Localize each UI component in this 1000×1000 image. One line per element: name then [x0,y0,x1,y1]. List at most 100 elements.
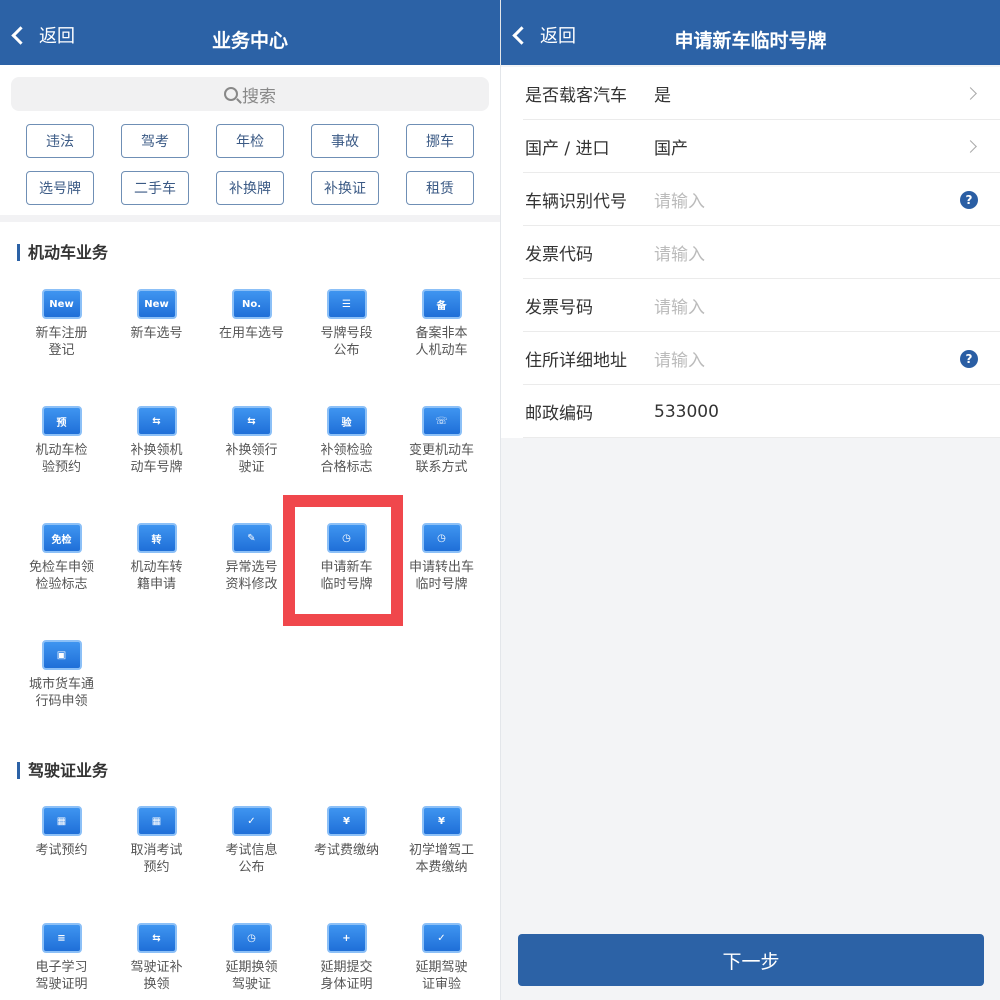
service-icon: ☰ [327,289,367,319]
form-row[interactable]: 国产 / 进口 国产 [501,120,1000,173]
field-input[interactable]: 请输入 [654,293,705,318]
field-value[interactable]: 是 [654,81,671,106]
apply-temp-plate-screen: 返回 申请新车临时号牌 是否载客汽车是国产 / 进口国产车辆识别代号请输入?发票… [500,0,1000,1000]
form-row[interactable]: 车辆识别代号请输入? [501,173,1000,226]
service-item[interactable]: 转机动车转 籍申请 [109,507,204,624]
service-label: 机动车转 籍申请 [109,559,204,593]
service-label: 考试预约 [14,842,109,859]
form-row[interactable]: 是否载客汽车是 [501,67,1000,120]
service-label: 延期换领 驾驶证 [204,959,299,993]
service-item[interactable]: ▣城市货车通 行码申领 [14,624,109,741]
service-icon: ◷ [422,523,462,553]
field-label: 发票代码 [525,240,593,265]
tag-button[interactable]: 租赁 [406,171,474,205]
tag-button[interactable]: 补换证 [311,171,379,205]
service-item[interactable]: +延期提交 身体证明 [299,907,394,1000]
service-label: 号牌号段 公布 [299,325,394,359]
service-item[interactable]: No.在用车选号 [204,273,299,390]
tag-button[interactable]: 二手车 [121,171,189,205]
help-icon[interactable]: ? [960,350,978,368]
business-center-screen: 返回 业务中心 搜索 违法驾考年检事故挪车选号牌二手车补换牌补换证租赁 机动车业… [0,0,500,1000]
service-icon: ✓ [422,923,462,953]
service-item[interactable]: 免检免检车申领 检验标志 [14,507,109,624]
service-label: 取消考试 预约 [109,842,204,876]
service-item[interactable]: ◷延期换领 驾驶证 [204,907,299,1000]
service-item[interactable]: ◷ 申请转出车 临时号牌 [394,507,489,624]
service-icon: 免检 [42,523,82,553]
service-icon: ¥ [327,806,367,836]
vehicle-services-grid: New新车注册 登记New新车选号No.在用车选号 ☰ 号牌号段 公布备备案非本 人… [14,273,489,741]
service-icon: ☏ [422,406,462,436]
field-value[interactable]: 533000 [654,402,719,422]
service-icon: 备 [422,289,462,319]
service-label: 补换领行 驶证 [204,442,299,476]
service-item[interactable]: ✓考试信息 公布 [204,790,299,907]
service-label: 免检车申领 检验标志 [14,559,109,593]
form-row[interactable]: 住所详细地址 请输入? [501,332,1000,385]
field-label: 国产 / 进口 [525,134,610,159]
search-input[interactable]: 搜索 [11,77,489,111]
chevron-right-icon [964,87,977,100]
field-input[interactable]: 请输入 [654,346,705,371]
service-label: 延期驾驶 证审验 [394,959,489,993]
form-row[interactable]: 发票代码 请输入 [501,226,1000,279]
service-item[interactable]: ¥ 考试费缴纳 [299,790,394,907]
service-item[interactable]: ⇆ 补换领机 动车号牌 [109,390,204,507]
service-item[interactable]: 备备案非本 人机动车 [394,273,489,390]
help-icon[interactable]: ? [960,191,978,209]
service-label: 申请转出车 临时号牌 [394,559,489,593]
service-item[interactable]: New新车选号 [109,273,204,390]
service-label: 新车注册 登记 [14,325,109,359]
field-input[interactable]: 请输入 [654,240,705,265]
service-label: 考试费缴纳 [299,842,394,859]
divider [0,215,500,222]
service-item[interactable]: ☏ 变更机动车 联系方式 [394,390,489,507]
section-title-license: 驾驶证业务 [17,762,108,779]
service-item[interactable]: New新车注册 登记 [14,273,109,390]
form-row[interactable]: 发票号码 请输入 [501,279,1000,332]
service-label: 备案非本 人机动车 [394,325,489,359]
service-label: 机动车检 验预约 [14,442,109,476]
service-icon: ≡ [42,923,82,953]
service-item[interactable]: ☰ 号牌号段 公布 [299,273,394,390]
field-input[interactable]: 请输入 [654,187,705,212]
service-item[interactable]: ⇆驾驶证补 换领 [109,907,204,1000]
field-value[interactable]: 国产 [654,134,688,159]
service-item[interactable]: ⇆补换领行 驶证 [204,390,299,507]
service-icon: ¥ [422,806,462,836]
service-item[interactable]: ▦考试预约 [14,790,109,907]
tag-button[interactable]: 补换牌 [216,171,284,205]
service-label: 变更机动车 联系方式 [394,442,489,476]
tag-button[interactable]: 事故 [311,124,379,158]
service-item[interactable]: ≡电子学习 驾驶证明 [14,907,109,1000]
service-label: 城市货车通 行码申领 [14,676,109,710]
service-label: 补领检验 合格标志 [299,442,394,476]
next-button[interactable]: 下一步 [518,934,984,986]
service-item[interactable]: ¥初学增驾工 本费缴纳 [394,790,489,907]
field-label: 邮政编码 [525,399,593,424]
service-label: 补换领机 动车号牌 [109,442,204,476]
field-label: 发票号码 [525,293,593,318]
license-services-grid: ▦考试预约▦取消考试 预约✓考试信息 公布¥考试费缴纳¥初学增驾工 本费缴纳≡电… [14,790,489,1000]
field-label: 住所详细地址 [525,346,627,371]
service-icon: ✎ [232,523,272,553]
tag-button[interactable]: 违法 [26,124,94,158]
service-label: 在用车选号 [204,325,299,342]
service-label: 考试信息 公布 [204,842,299,876]
service-item[interactable]: 预机动车检 验预约 [14,390,109,507]
header: 返回 业务中心 [0,0,500,65]
tag-button[interactable]: 挪车 [406,124,474,158]
service-icon: ▦ [137,806,177,836]
service-item[interactable]: ▦ 取消考试 预约 [109,790,204,907]
form-row[interactable]: 邮政编码 533000 [501,385,1000,438]
tag-button[interactable]: 年检 [216,124,284,158]
service-item[interactable]: 验补领检验 合格标志 [299,390,394,507]
page-title: 业务中心 [0,26,500,53]
quick-tags: 违法驾考年检事故挪车选号牌二手车补换牌补换证租赁 [26,124,476,205]
tag-button[interactable]: 驾考 [121,124,189,158]
service-label: 延期提交 身体证明 [299,959,394,993]
chevron-right-icon [964,140,977,153]
service-icon: ⇆ [137,406,177,436]
service-item[interactable]: ✓ 延期驾驶 证审验 [394,907,489,1000]
tag-button[interactable]: 选号牌 [26,171,94,205]
